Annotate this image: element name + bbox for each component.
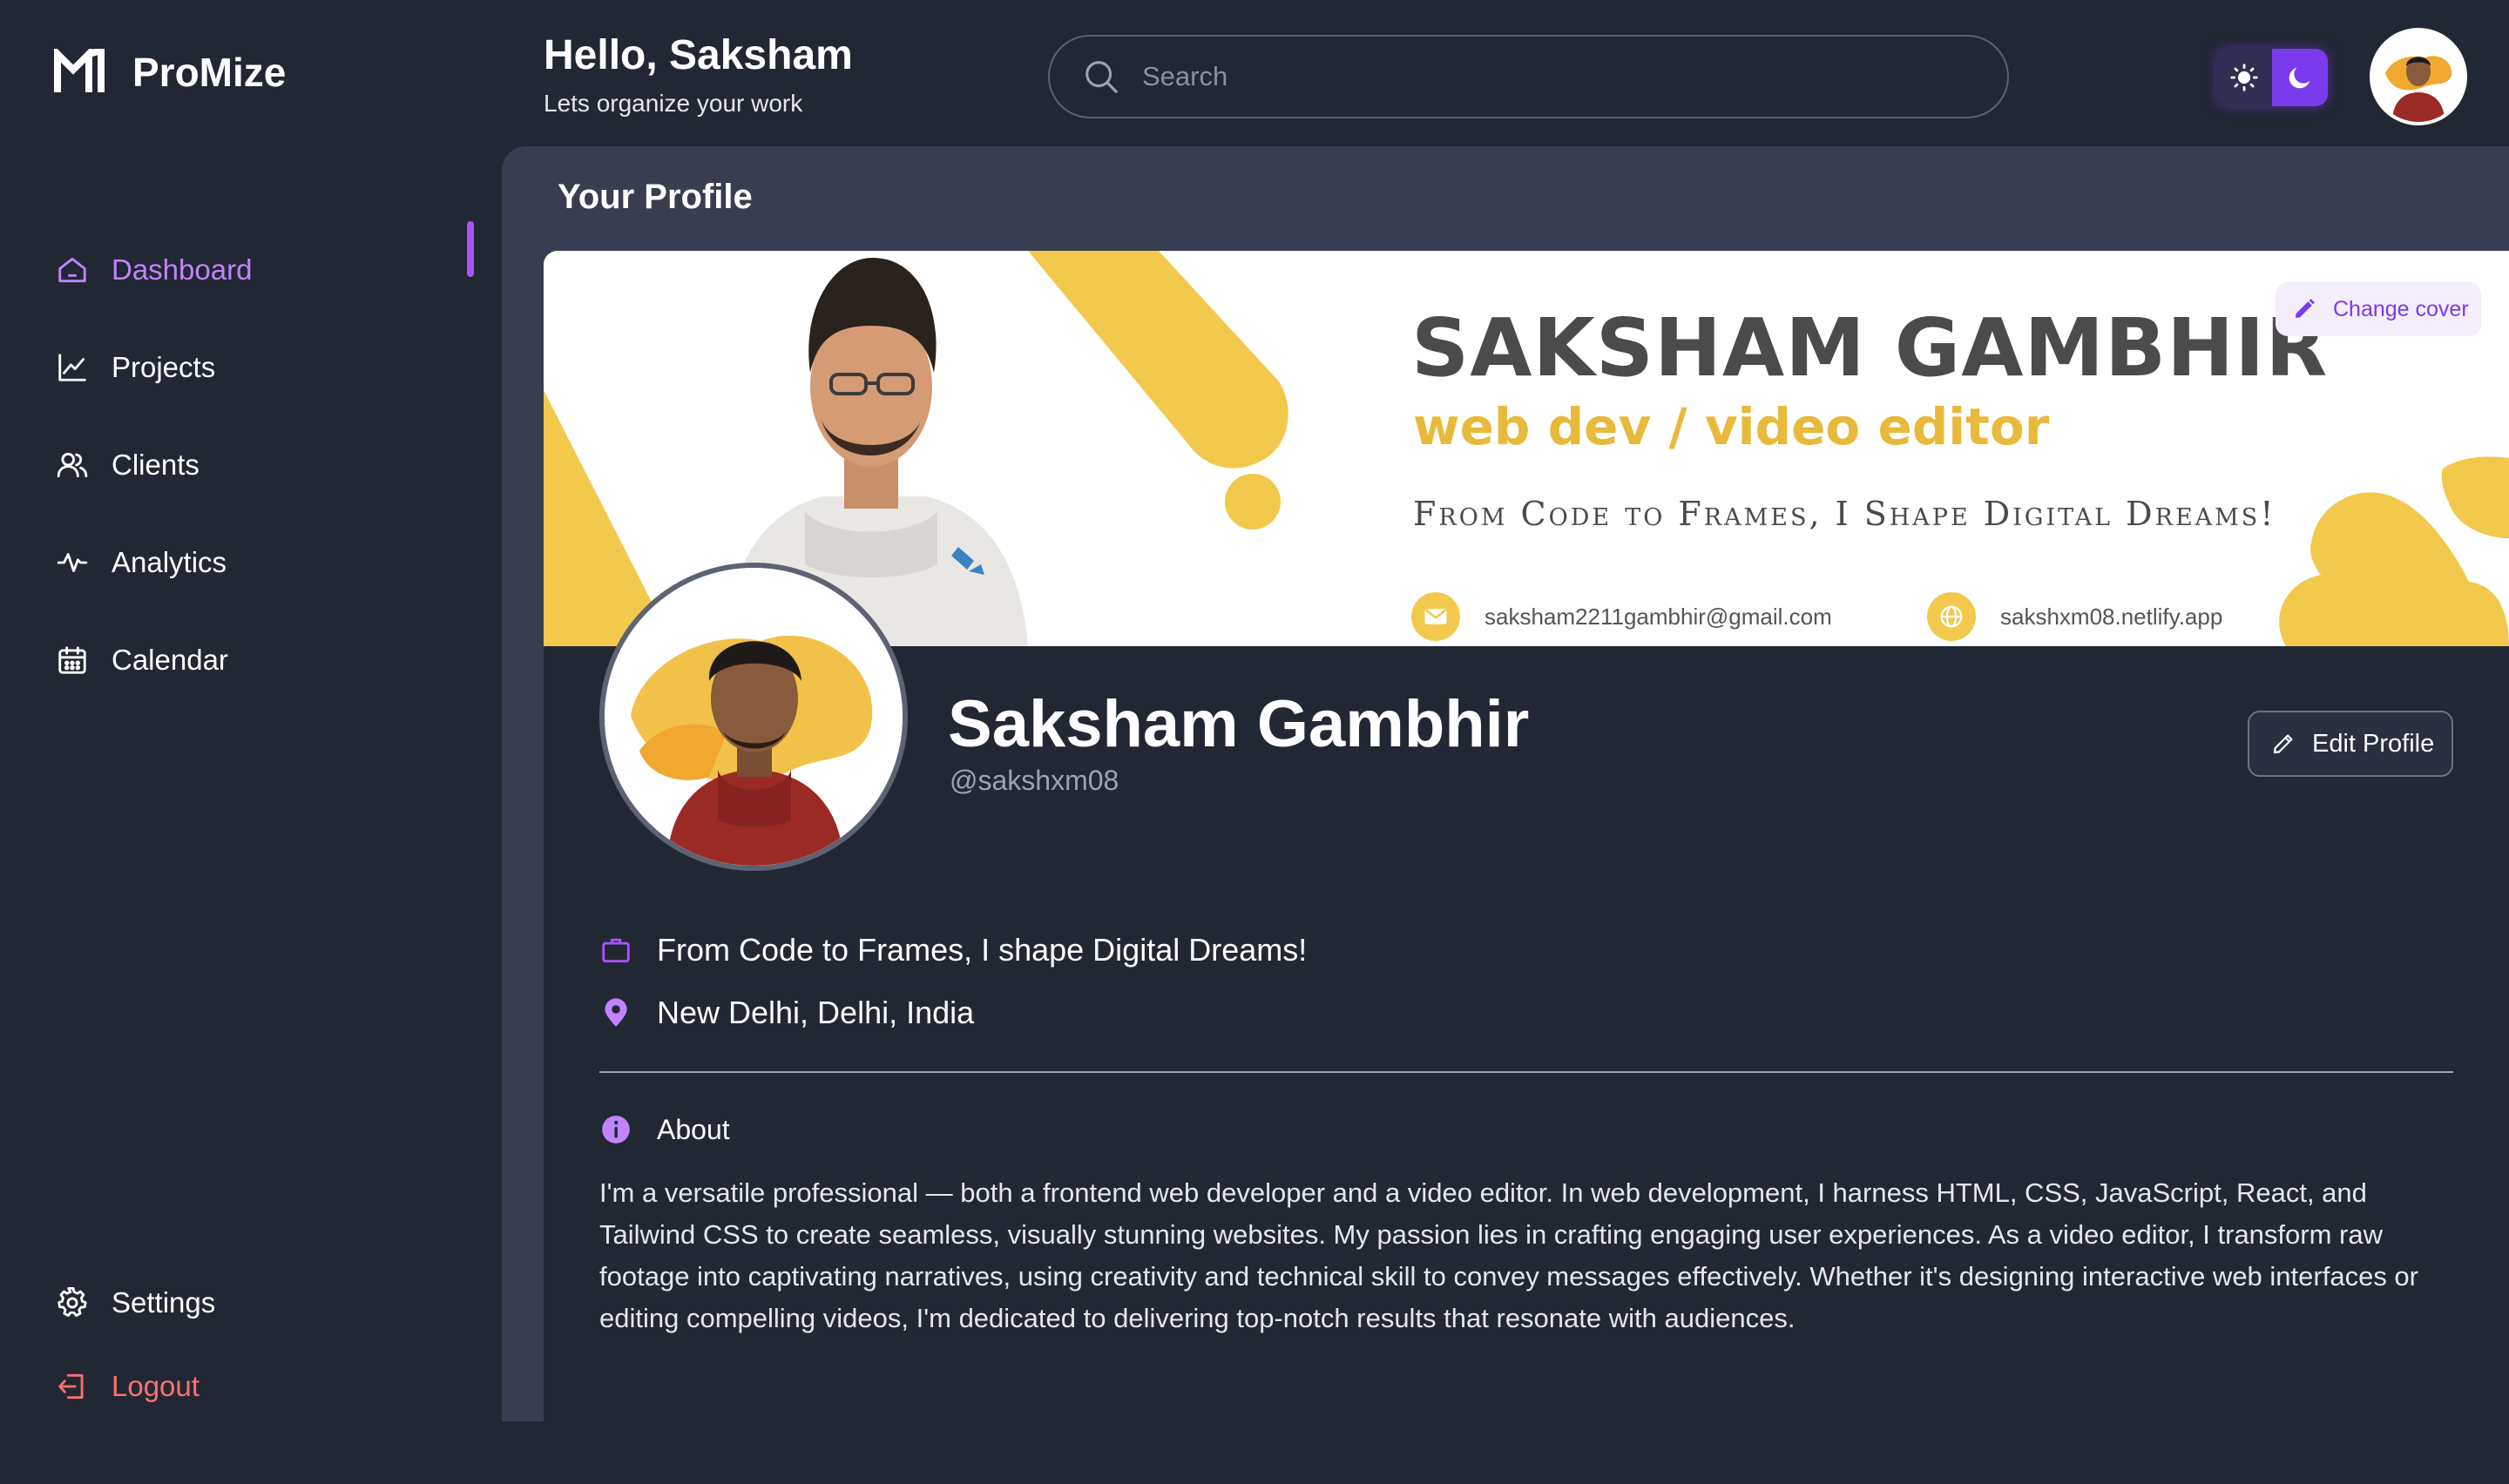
location-row: New Delhi, Delhi, India bbox=[599, 995, 974, 1031]
sidebar-item-label: Dashboard bbox=[112, 253, 253, 286]
sidebar-item-label: Calendar bbox=[112, 644, 228, 676]
sidebar-item-label: Clients bbox=[112, 449, 200, 481]
cover-website-text: sakshxm08.netlify.app bbox=[2000, 603, 2223, 630]
section-divider bbox=[599, 1071, 2453, 1073]
pencil-icon bbox=[2296, 299, 2315, 318]
page-title: Your Profile bbox=[558, 178, 753, 216]
search-icon bbox=[1085, 61, 1118, 93]
edit-profile-label: Edit Profile bbox=[2312, 729, 2435, 758]
user-avatar[interactable] bbox=[2370, 28, 2467, 125]
light-mode-button[interactable] bbox=[2216, 49, 2272, 106]
search-bar[interactable] bbox=[1048, 35, 2009, 118]
sidebar-item-projects[interactable]: Projects bbox=[0, 319, 488, 416]
greeting-title: Hello, Saksham bbox=[544, 32, 853, 78]
about-label: About bbox=[657, 1113, 730, 1145]
cover-email-text: saksham2211gambhir@gmail.com bbox=[1484, 603, 1832, 630]
cover-tagline: From Code to Frames, I Shape Digital Dre… bbox=[1413, 495, 2276, 533]
cover-name: SAKSHAM GAMBHIR bbox=[1411, 301, 2329, 395]
profile-avatar[interactable] bbox=[599, 563, 908, 871]
app-name: ProMize bbox=[132, 50, 287, 95]
users-icon bbox=[56, 449, 89, 482]
mail-icon bbox=[1411, 592, 1460, 641]
home-icon bbox=[56, 253, 89, 287]
main-panel: Your Profile SAKSHAM GAMBHIR web dev / v… bbox=[502, 146, 2509, 1421]
sidebar-nav: Dashboard Projects Clients Analytics Cal… bbox=[0, 221, 488, 709]
pencil-icon bbox=[2273, 734, 2293, 754]
sidebar-item-logout[interactable]: Logout bbox=[0, 1345, 488, 1428]
globe-icon bbox=[1927, 592, 1976, 641]
change-cover-label: Change cover bbox=[2333, 296, 2469, 321]
theme-toggle[interactable] bbox=[2216, 49, 2328, 106]
sidebar-item-label: Logout bbox=[112, 1370, 200, 1402]
about-heading: About bbox=[599, 1113, 730, 1146]
edit-profile-button[interactable]: Edit Profile bbox=[2248, 711, 2453, 777]
info-icon bbox=[602, 1116, 630, 1143]
sidebar-item-analytics[interactable]: Analytics bbox=[0, 514, 488, 611]
activity-icon bbox=[56, 546, 89, 579]
moon-icon bbox=[2289, 67, 2310, 89]
sidebar-item-label: Projects bbox=[112, 351, 216, 383]
cover-banner: SAKSHAM GAMBHIR web dev / video editor F… bbox=[544, 251, 2509, 646]
change-cover-button[interactable]: Change cover bbox=[2276, 282, 2481, 336]
headline-row: From Code to Frames, I shape Digital Dre… bbox=[599, 932, 1307, 968]
greeting-subtitle: Lets organize your work bbox=[544, 90, 803, 117]
sidebar-item-dashboard[interactable]: Dashboard bbox=[0, 221, 488, 319]
cover-email: saksham2211gambhir@gmail.com bbox=[1411, 592, 1832, 641]
profile-photo bbox=[605, 568, 903, 866]
sidebar-item-label: Settings bbox=[112, 1286, 216, 1319]
search-input[interactable] bbox=[1142, 61, 1926, 92]
briefcase-icon bbox=[602, 938, 630, 963]
gear-icon bbox=[56, 1286, 89, 1319]
profile-headline: From Code to Frames, I shape Digital Dre… bbox=[657, 932, 1308, 968]
sidebar-item-label: Analytics bbox=[112, 546, 227, 578]
active-indicator bbox=[467, 221, 474, 277]
cover-website: sakshxm08.netlify.app bbox=[1927, 592, 2222, 641]
profile-name: Saksham Gambhir bbox=[948, 687, 1530, 761]
sidebar: ProMize Dashboard Projects Clients Analy… bbox=[0, 0, 502, 1484]
cover-role: web dev / video editor bbox=[1413, 397, 2050, 456]
profile-handle: @sakshxm08 bbox=[950, 765, 1119, 796]
chart-line-icon bbox=[56, 351, 89, 384]
logout-icon bbox=[56, 1370, 89, 1403]
greeting-block: Hello, Saksham Lets organize your work bbox=[544, 31, 853, 118]
profile-card: SAKSHAM GAMBHIR web dev / video editor F… bbox=[544, 251, 2509, 1421]
sidebar-item-calendar[interactable]: Calendar bbox=[0, 611, 488, 709]
about-text: I'm a versatile professional — both a fr… bbox=[599, 1177, 2418, 1333]
sidebar-item-clients[interactable]: Clients bbox=[0, 416, 488, 514]
app-logo[interactable]: ProMize bbox=[54, 49, 286, 96]
sidebar-bottom-nav: Settings Logout bbox=[0, 1261, 488, 1428]
sun-icon bbox=[2230, 64, 2258, 91]
location-pin-icon bbox=[605, 998, 627, 1027]
promize-logo-icon bbox=[54, 49, 105, 92]
profile-location: New Delhi, Delhi, India bbox=[657, 995, 975, 1030]
calendar-icon bbox=[56, 644, 89, 677]
dark-mode-button[interactable] bbox=[2272, 49, 2328, 106]
sidebar-item-settings[interactable]: Settings bbox=[0, 1261, 488, 1345]
avatar-image bbox=[2373, 31, 2464, 122]
